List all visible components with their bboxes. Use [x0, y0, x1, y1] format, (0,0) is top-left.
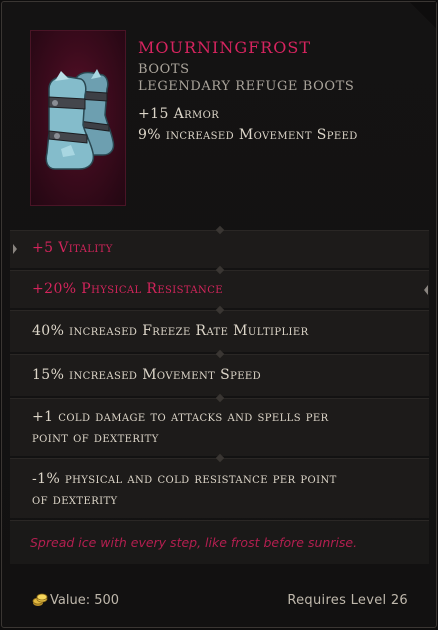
affix-marker-right-icon	[424, 285, 428, 295]
affix-text: -1% physical and cold resistance per poi…	[32, 469, 337, 511]
level-requirement: Requires Level 26	[287, 593, 408, 608]
item-name: MOURNINGFROST	[138, 38, 312, 57]
item-value: Value: 500	[50, 593, 120, 608]
affix-row[interactable]: 15% increased Movement Speed	[10, 349, 429, 396]
item-portrait	[30, 30, 126, 206]
affix-text-line: point of dexterity	[32, 430, 159, 446]
affix-row[interactable]: +20% Physical Resistance	[10, 265, 429, 308]
gold-coin-icon	[32, 593, 48, 606]
affix-text-line: of dexterity	[32, 492, 118, 508]
implicit-armor: +15 Armor	[138, 106, 220, 122]
affix-text: +1 cold damage to attacks and spells per…	[32, 407, 329, 449]
affix-text-line: +1 cold damage to attacks and spells per	[32, 409, 329, 425]
affix-text-line: -1% physical and cold resistance per poi…	[32, 471, 337, 487]
lore-text: Spread ice with every step, like frost b…	[30, 535, 358, 550]
item-subtype: LEGENDARY REFUGE BOOTS	[138, 79, 355, 94]
affix-text: 15% increased Movement Speed	[32, 367, 262, 383]
item-footer: Value: 500 Requires Level 26	[2, 582, 436, 622]
item-tooltip: MOURNINGFROST BOOTS LEGENDARY REFUGE BOO…	[1, 1, 437, 628]
affix-text: +20% Physical Resistance	[32, 281, 223, 297]
lore-section: Spread ice with every step, like frost b…	[10, 520, 429, 564]
item-header: MOURNINGFROST BOOTS LEGENDARY REFUGE BOO…	[2, 2, 436, 230]
affix-text: 40% increased Freeze Rate Multiplier	[32, 323, 309, 339]
item-type: BOOTS	[138, 62, 190, 77]
implicit-movement-speed: 9% increased Movement Speed	[138, 127, 358, 143]
affix-marker-left-icon	[13, 244, 17, 254]
affix-row[interactable]: +5 Vitality	[10, 225, 429, 268]
frost-boots-icon	[45, 69, 115, 170]
affix-row[interactable]: -1% physical and cold resistance per poi…	[10, 453, 429, 518]
affix-row[interactable]: +1 cold damage to attacks and spells per…	[10, 393, 429, 456]
affix-text: +5 Vitality	[32, 240, 113, 256]
affix-row[interactable]: 40% increased Freeze Rate Multiplier	[10, 305, 429, 352]
